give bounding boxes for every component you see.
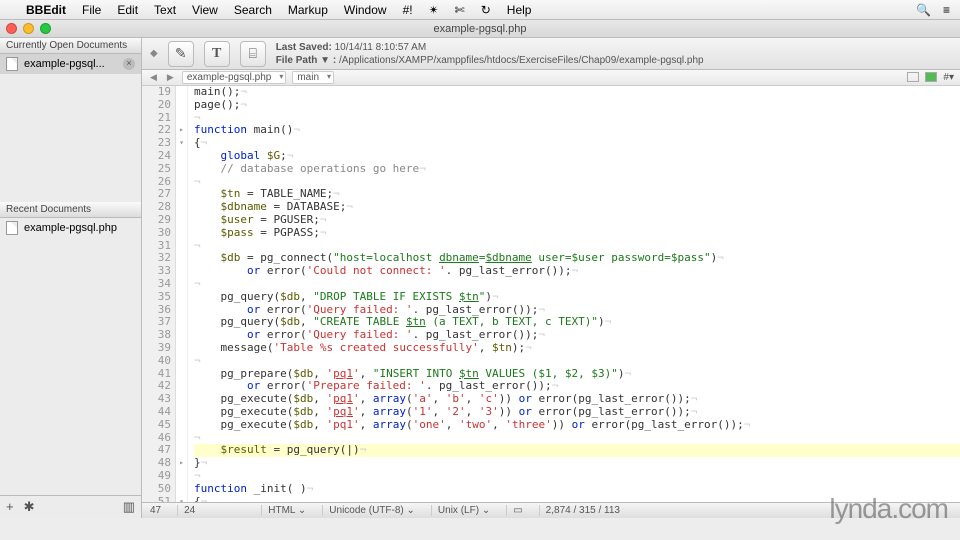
sidebar-toggle-icon[interactable]: ▥ (123, 499, 135, 515)
status-position: 2,874 / 315 / 113 (539, 505, 626, 516)
info-tool-button[interactable]: ⌸ (240, 41, 266, 67)
path-label[interactable]: File Path ▼ : (276, 55, 336, 66)
code-area[interactable]: 1920212223242526272829303132333435363738… (142, 86, 960, 502)
text-tool-button[interactable]: T (204, 41, 230, 67)
doc-state-icon: ◆ (150, 48, 158, 59)
editor-navbar: ◀ ▶ example-pgsql.php main #▾ (142, 70, 960, 86)
sidebar: Currently Open Documents example-pgsql..… (0, 38, 142, 518)
code-text[interactable]: main();¬page();¬¬function main()¬{¬ glob… (188, 86, 960, 502)
app-menu[interactable]: BBEdit (26, 3, 66, 17)
menu-script-icon[interactable]: ✴︎ (429, 3, 439, 17)
close-doc-button[interactable]: × (123, 58, 135, 70)
menu-clip-icon[interactable]: ✄ (455, 3, 465, 17)
menu-markup[interactable]: Markup (288, 3, 328, 17)
file-dropdown[interactable]: example-pgsql.php (182, 71, 287, 84)
window-controls (6, 23, 51, 34)
sidebar-footer: + ✱ ▥ (0, 495, 141, 518)
status-encoding[interactable]: Unicode (UTF-8) ⌄ (322, 505, 421, 516)
nav-hash-icon[interactable]: #▾ (943, 72, 954, 83)
fold-gutter[interactable]: ▸▾▸▾ (176, 86, 188, 502)
status-line: 47 (150, 505, 167, 516)
editor-toolbar: ◆ ✎ T ⌸ Last Saved: 10/14/11 8:10:57 AM … (142, 38, 960, 70)
open-doc-name: example-pgsql... (24, 58, 105, 70)
document-icon (6, 57, 18, 71)
recent-doc-name: example-pgsql.php (24, 222, 117, 234)
zoom-window-button[interactable] (40, 23, 51, 34)
menu-shebang[interactable]: #! (403, 3, 413, 17)
window-titlebar: example-pgsql.php (0, 20, 960, 38)
menu-refresh-icon[interactable]: ↻ (481, 3, 491, 17)
file-info: Last Saved: 10/14/11 8:10:57 AM File Pat… (276, 41, 704, 67)
close-window-button[interactable] (6, 23, 17, 34)
nav-fwd-button[interactable]: ▶ (165, 72, 176, 83)
open-doc-item[interactable]: example-pgsql... × (0, 54, 141, 74)
status-lang[interactable]: HTML ⌄ (261, 505, 312, 516)
line-gutter: 1920212223242526272829303132333435363738… (142, 86, 176, 502)
recent-doc-item[interactable]: example-pgsql.php (0, 218, 141, 238)
menu-view[interactable]: View (192, 3, 218, 17)
status-book-icon[interactable]: ▭ (506, 505, 528, 516)
document-icon (6, 221, 18, 235)
saved-value: 10/14/11 8:10:57 AM (335, 42, 427, 53)
saved-label: Last Saved: (276, 42, 332, 53)
status-col: 24 (177, 505, 201, 516)
menubar: BBEdit File Edit Text View Search Markup… (0, 0, 960, 20)
spotlight-icon[interactable]: 🔍 (916, 3, 931, 17)
recent-docs-header: Recent Documents (0, 202, 141, 218)
window-title: example-pgsql.php (434, 23, 527, 35)
nav-option-icon[interactable] (907, 72, 919, 82)
path-value: /Applications/XAMPP/xamppfiles/htdocs/Ex… (339, 55, 704, 66)
nav-back-button[interactable]: ◀ (148, 72, 159, 83)
open-docs-header: Currently Open Documents (0, 38, 141, 54)
menu-file[interactable]: File (82, 3, 101, 17)
symbol-dropdown[interactable]: main (292, 71, 334, 84)
add-button[interactable]: + (6, 499, 14, 515)
status-bar: 47 24 HTML ⌄ Unicode (UTF-8) ⌄ Unix (LF)… (142, 502, 960, 518)
menu-help[interactable]: Help (507, 3, 532, 17)
menu-text[interactable]: Text (154, 3, 176, 17)
nav-option-icon[interactable] (925, 72, 937, 82)
status-lineending[interactable]: Unix (LF) ⌄ (431, 505, 496, 516)
menu-search[interactable]: Search (234, 3, 272, 17)
minimize-window-button[interactable] (23, 23, 34, 34)
menu-extra-icon[interactable]: ≡ (943, 3, 950, 17)
edit-tool-button[interactable]: ✎ (168, 41, 194, 67)
menu-window[interactable]: Window (344, 3, 387, 17)
gear-icon[interactable]: ✱ (24, 499, 35, 515)
menu-edit[interactable]: Edit (117, 3, 138, 17)
editor-pane: ◆ ✎ T ⌸ Last Saved: 10/14/11 8:10:57 AM … (142, 38, 960, 518)
